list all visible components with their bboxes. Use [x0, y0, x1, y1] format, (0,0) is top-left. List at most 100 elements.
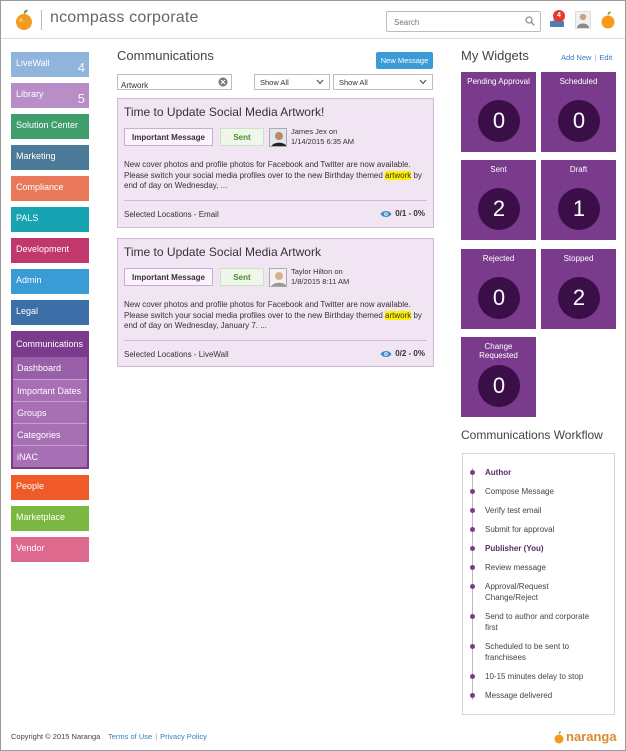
sidebar-item-label: Marketplace [16, 512, 66, 522]
workflow-step: Submit for approval [485, 525, 555, 534]
eye-icon [380, 350, 392, 357]
widget-count: 2 [478, 188, 520, 230]
sidebar-nav: LiveWall 4 Library 5 Solution Center Mar… [11, 52, 89, 568]
widget-draft[interactable]: Draft 1 [541, 160, 616, 240]
sidebar-item-development[interactable]: Development [11, 238, 89, 263]
sidebar-item-vendor[interactable]: Vendor [11, 537, 89, 562]
sidebar-item-marketing[interactable]: Marketing [11, 145, 89, 170]
sidebar-item-library[interactable]: Library 5 [11, 83, 89, 108]
sidebar-item-label: People [16, 481, 45, 491]
filter-select-1[interactable]: Show All [254, 74, 330, 90]
sidebar-item-label: Solution Center [16, 120, 79, 130]
orange-icon [554, 731, 564, 744]
view-stats[interactable]: 0/1 - 0% [380, 209, 425, 218]
copyright-text: Copyright © 2015 Naranga [11, 732, 101, 741]
message-card[interactable]: Time to Update Social Media Artwork! Imp… [117, 98, 434, 228]
orange-menu-icon[interactable] [600, 11, 616, 29]
timeline-dot [470, 489, 475, 494]
widget-sent[interactable]: Sent 2 [461, 160, 536, 240]
important-message-tag[interactable]: Important Message [124, 268, 213, 286]
search-icon[interactable] [525, 16, 535, 26]
search-box[interactable] [386, 11, 541, 32]
message-card[interactable]: Time to Update Social Media Artwork Impo… [117, 238, 434, 367]
chevron-down-icon [316, 79, 324, 85]
message-body: New cover photos and profile photos for … [124, 160, 427, 192]
sidebar-item-solution-center[interactable]: Solution Center [11, 114, 89, 139]
sidebar-item-communications[interactable]: Communications [13, 333, 87, 357]
widget-label: Sent [490, 165, 507, 174]
sidebar-item-label: Marketing [16, 151, 56, 161]
widget-pending-approval[interactable]: Pending Approval 0 [461, 72, 536, 152]
widget-change-requested[interactable]: Change Requested 0 [461, 337, 536, 417]
workflow-step: Send to author and corporate first [485, 612, 590, 632]
widget-label: Stopped [563, 254, 594, 263]
timeline-dot [470, 546, 475, 551]
widget-scheduled[interactable]: Scheduled 0 [541, 72, 616, 152]
search-input[interactable] [387, 13, 517, 32]
filter-input[interactable] [118, 78, 214, 93]
sidebar-item-marketplace[interactable]: Marketplace [11, 506, 89, 531]
person-icon [270, 129, 286, 146]
select-value: Show All [260, 78, 289, 87]
message-body: New cover photos and profile photos for … [124, 300, 427, 332]
new-message-button[interactable]: New Message [376, 52, 433, 69]
user-icon [577, 13, 589, 28]
sidebar-item-admin[interactable]: Admin [11, 269, 89, 294]
important-message-tag[interactable]: Important Message [124, 128, 213, 146]
divider [124, 340, 427, 341]
author-name: James Jex on [291, 127, 338, 136]
timeline-dot [470, 693, 475, 698]
sidebar-item-label: Compliance [16, 182, 64, 192]
clear-icon[interactable] [218, 77, 228, 87]
divider [124, 200, 427, 201]
widget-label: Pending Approval [467, 77, 530, 86]
sidebar-subitem-categories[interactable]: Categories [13, 423, 87, 445]
workflow-step: 10-15 minutes delay to stop [485, 672, 584, 681]
timeline-dot [470, 644, 475, 649]
sidebar-item-label: Development [16, 244, 70, 254]
message-title[interactable]: Time to Update Social Media Artwork! [124, 105, 324, 119]
widget-count: 0 [478, 365, 520, 407]
privacy-link[interactable]: Privacy Policy [160, 732, 207, 741]
workflow-step: Compose Message [485, 487, 554, 496]
sidebar-item-label: LiveWall [16, 58, 50, 68]
timeline-dot [470, 614, 475, 619]
widget-rejected[interactable]: Rejected 0 [461, 249, 536, 329]
widget-count: 2 [558, 277, 600, 319]
widget-count: 1 [558, 188, 600, 230]
workflow-panel: Author Compose Message Verify test email… [462, 453, 615, 715]
workflow-step: Author [485, 468, 512, 477]
sidebar-item-legal[interactable]: Legal [11, 300, 89, 325]
sidebar-subitem-important-dates[interactable]: Important Dates [13, 379, 87, 401]
sidebar-item-people[interactable]: People [11, 475, 89, 500]
logo-divider [41, 10, 42, 30]
author-avatar [269, 128, 287, 147]
message-title[interactable]: Time to Update Social Media Artwork [124, 245, 321, 259]
filter-select-2[interactable]: Show All [333, 74, 433, 90]
user-avatar[interactable] [575, 11, 591, 29]
notification-badge: 4 [553, 10, 565, 22]
sidebar-subitem-groups[interactable]: Groups [13, 401, 87, 423]
author-info: James Jex on 1/14/2015 6:35 AM [291, 127, 354, 147]
workflow-title: Communications Workflow [461, 428, 603, 442]
timeline-dot [470, 508, 475, 513]
sidebar-subitem-dashboard[interactable]: Dashboard [13, 357, 87, 379]
widget-stopped[interactable]: Stopped 2 [541, 249, 616, 329]
author-date: 1/14/2015 6:35 AM [291, 137, 354, 146]
sidebar-item-pals[interactable]: PALS [11, 207, 89, 232]
view-stats[interactable]: 0/2 - 0% [380, 349, 425, 358]
orange-logo-icon[interactable] [14, 9, 34, 31]
author-name: Taylor Hilton on [291, 267, 343, 276]
sidebar-subitem-inac[interactable]: iNAC [13, 445, 87, 467]
edit-link[interactable]: Edit [599, 53, 612, 62]
sidebar-item-compliance[interactable]: Compliance [11, 176, 89, 201]
add-new-link[interactable]: Add New [561, 53, 591, 62]
terms-link[interactable]: Terms of Use [108, 732, 152, 741]
sidebar-item-label: PALS [16, 213, 39, 223]
top-header: ncompass corporate 4 [1, 1, 625, 39]
widget-count: 0 [558, 100, 600, 142]
widget-count: 0 [478, 100, 520, 142]
filter-field[interactable] [117, 74, 232, 93]
sidebar-item-livewall[interactable]: LiveWall 4 [11, 52, 89, 77]
footer-links: Terms of Use | Privacy Policy [108, 732, 207, 741]
